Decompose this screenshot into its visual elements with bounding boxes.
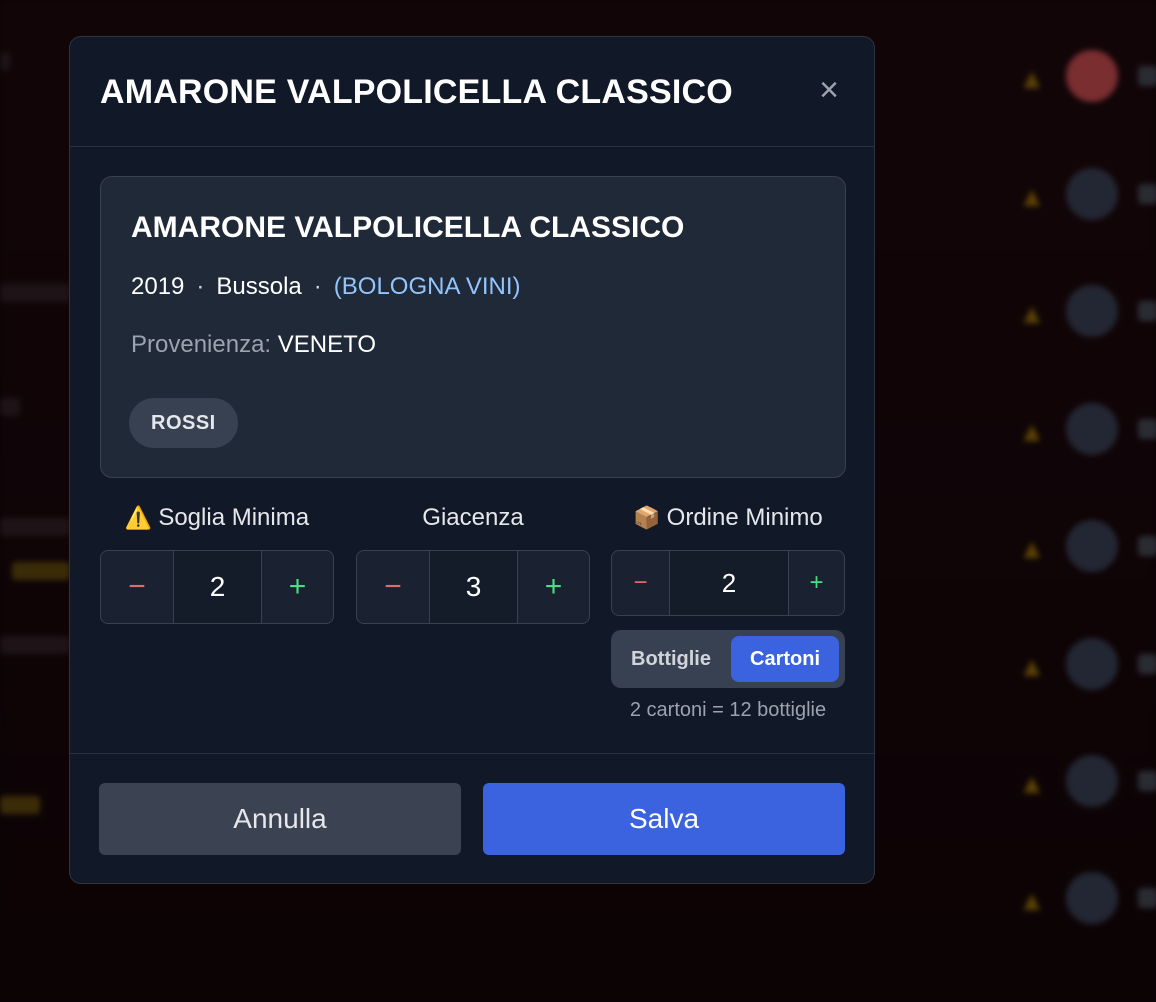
background-row: ▲ xyxy=(1010,403,1156,463)
warning-icon: ▲ xyxy=(1018,533,1046,564)
origin-value: VENETO xyxy=(277,331,377,358)
decrement-button[interactable]: − xyxy=(101,551,173,623)
package-icon: 📦 xyxy=(633,505,661,530)
modal-header: AMARONE VALPOLICELLA CLASSICO × xyxy=(70,37,874,147)
save-button[interactable]: Salva xyxy=(483,783,845,855)
increment-button[interactable]: + xyxy=(518,551,589,623)
warning-icon: ▲ xyxy=(1018,651,1046,682)
decrement-button[interactable]: − xyxy=(357,551,429,623)
warning-icon: ▲ xyxy=(1018,298,1046,329)
avatar xyxy=(1066,520,1118,572)
background-row: ▲ xyxy=(1010,638,1156,698)
warning-icon: ▲ xyxy=(1018,885,1046,916)
warning-icon: ⚠️ xyxy=(124,505,153,530)
close-icon[interactable]: × xyxy=(814,73,844,107)
background-row: ▲ xyxy=(1010,50,1156,110)
category-tag: ROSSI xyxy=(129,398,238,448)
soglia-minima-stepper: − 2 + xyxy=(100,550,334,624)
edit-wine-modal: AMARONE VALPOLICELLA CLASSICO × AMARONE … xyxy=(69,36,875,884)
background-row: ▲ xyxy=(1010,168,1156,228)
modal-footer: Annulla Salva xyxy=(70,753,874,883)
meta-separator: · xyxy=(313,273,322,300)
warning-icon: ▲ xyxy=(1018,63,1046,94)
wine-meta: 2019 · Bussola · (BOLOGNA VINI) xyxy=(131,273,520,301)
avatar xyxy=(1066,403,1118,455)
avatar xyxy=(1066,50,1118,102)
increment-button[interactable]: + xyxy=(789,551,844,615)
ordine-minimo-stepper: − 2 + xyxy=(611,550,845,616)
ordine-minimo-field: 📦 Ordine Minimo xyxy=(611,504,845,536)
meta-separator: · xyxy=(196,273,205,300)
soglia-minima-value[interactable]: 2 xyxy=(173,551,262,623)
soglia-minima-field: ⚠️ Soglia Minima xyxy=(100,504,334,536)
unit-conversion-note: 2 cartoni = 12 bottiglie xyxy=(629,699,827,721)
wine-producer: Bussola xyxy=(216,273,302,300)
unit-option-bottiglie[interactable]: Bottiglie xyxy=(617,636,725,682)
background-row: ▲ xyxy=(1010,520,1156,580)
wine-origin: Provenienza: VENETO xyxy=(131,331,376,359)
increment-button[interactable]: + xyxy=(262,551,333,623)
ordine-minimo-label: Ordine Minimo xyxy=(666,504,823,531)
giacenza-stepper: − 3 + xyxy=(356,550,590,624)
wine-supplier[interactable]: (BOLOGNA VINI) xyxy=(334,273,521,300)
soglia-minima-label: Soglia Minima xyxy=(158,504,310,531)
unit-toggle: Bottiglie Cartoni xyxy=(611,630,845,688)
modal-title: AMARONE VALPOLICELLA CLASSICO xyxy=(100,73,733,111)
origin-label: Provenienza: xyxy=(131,331,272,358)
warning-icon: ▲ xyxy=(1018,416,1046,447)
giacenza-label: Giacenza xyxy=(422,504,524,531)
background-row: ▲ xyxy=(1010,872,1156,932)
giacenza-value[interactable]: 3 xyxy=(429,551,518,623)
wine-year: 2019 xyxy=(131,273,185,300)
unit-option-cartoni[interactable]: Cartoni xyxy=(731,636,839,682)
decrement-button[interactable]: − xyxy=(612,551,669,615)
warning-icon: ▲ xyxy=(1018,181,1046,212)
cancel-button[interactable]: Annulla xyxy=(99,783,461,855)
avatar xyxy=(1066,285,1118,337)
wine-info-card: AMARONE VALPOLICELLA CLASSICO 2019 · Busso… xyxy=(100,176,846,478)
ordine-minimo-value[interactable]: 2 xyxy=(669,551,789,615)
background-row: ▲ xyxy=(1010,755,1156,815)
background-row: ▲ xyxy=(1010,285,1156,345)
avatar xyxy=(1066,168,1118,220)
warning-icon: ▲ xyxy=(1018,768,1046,799)
wine-name: AMARONE VALPOLICELLA CLASSICO xyxy=(131,211,685,244)
avatar xyxy=(1066,872,1118,924)
avatar xyxy=(1066,638,1118,690)
giacenza-field: Giacenza xyxy=(356,504,590,536)
avatar xyxy=(1066,755,1118,807)
